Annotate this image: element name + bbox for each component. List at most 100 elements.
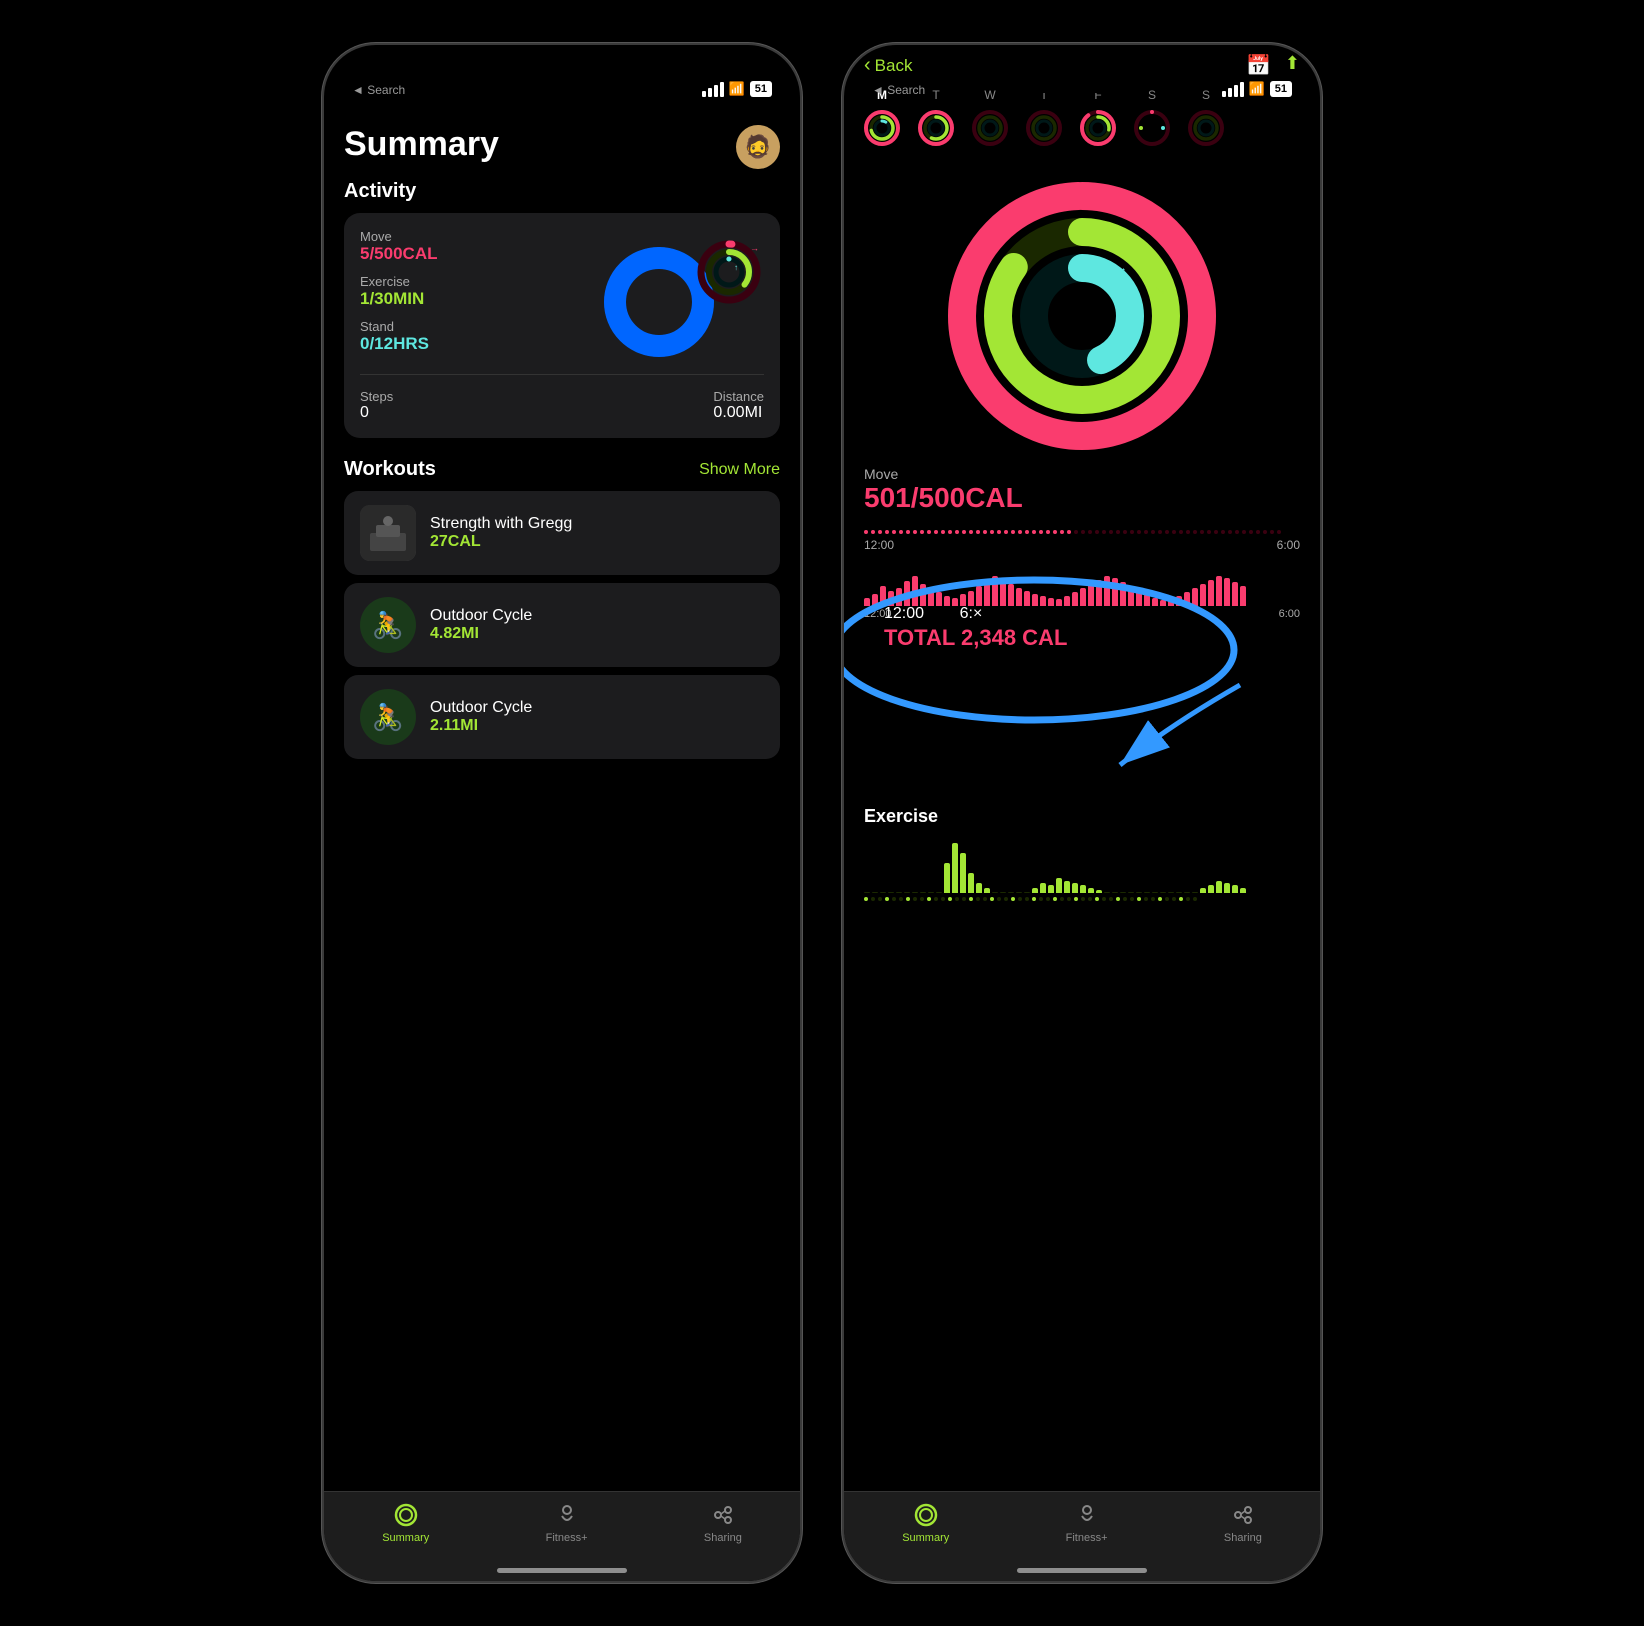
timeline-dot [1088,530,1092,534]
exercise-dot [948,897,952,901]
tab-fitness-1[interactable]: Fitness+ [546,1502,588,1544]
chart-bar [1240,586,1246,606]
ex-chart-bar [1176,892,1182,893]
timeline-dot [1263,530,1267,534]
phone-2-screen: ◄ Search 6:04 📶 51 ‹ Back 📅 [844,45,1320,1581]
chart-bar [864,598,870,606]
move-detail-label: Move [864,466,1300,482]
chart-time-start: 12:00 [864,538,894,552]
home-indicator-2 [1017,1568,1147,1573]
exercise-dot [892,897,896,901]
timeline-dot [1207,530,1211,534]
timeline-dot [955,530,959,534]
tab-summary-2[interactable]: Summary [902,1502,949,1544]
chart-bar [1200,584,1206,606]
ex-chart-bar [1192,892,1198,893]
signal-icon-2 [1222,82,1244,97]
svg-text:→: → [741,253,750,263]
chart-bar [1120,582,1126,606]
exercise-dot [1025,897,1029,901]
exercise-dot [864,897,868,901]
chart-time-row-2: 12:00 6:00 [864,608,1300,620]
timeline-dot [1249,530,1253,534]
workout-info-1: Strength with Gregg 27CAL [430,515,764,551]
workout-value-2: 4.82MI [430,625,764,643]
chart-bar [896,588,902,606]
ex-chart-bar [1144,892,1150,893]
timeline-dot [1116,530,1120,534]
day-ring-m [860,106,904,150]
exercise-dot [1179,897,1183,901]
tab-summary-label-2: Summary [902,1532,949,1544]
timeline-dot [1179,530,1183,534]
exercise-dot [1074,897,1078,901]
back-search-1[interactable]: ◄ Search [352,82,492,97]
chart-bar [1136,590,1142,606]
activity-card: Move 5/500CAL Exercise 1/30MIN Stand 0/1… [344,213,780,438]
ex-chart-bar [1200,888,1206,893]
chart-bar [1160,600,1166,606]
move-label: Move [360,229,592,244]
exercise-dot [955,897,959,901]
chart-bar [1192,588,1198,606]
timeline-dot [1039,530,1043,534]
ex-chart-bar [920,892,926,893]
exercise-dot [1004,897,1008,901]
chart-bar [1208,580,1214,606]
show-more-button[interactable]: Show More [699,461,780,479]
chart-bar [1104,576,1110,606]
timeline-dot [1200,530,1204,534]
back-search-2[interactable]: ◄ Search [872,82,1012,97]
workout-item-3[interactable]: 🚴 Outdoor Cycle 2.11MI [344,675,780,759]
chart-bar [1216,576,1222,606]
signal-icon [702,82,724,97]
exercise-dot [1186,897,1190,901]
workout-value-1: 27CAL [430,533,764,551]
timeline-dot [1004,530,1008,534]
chart-bar [1056,599,1062,606]
phone-1: ◄ Search 6:04 📶 51 🧔 Summary Activity [322,43,802,1583]
tab-fitness-2[interactable]: Fitness+ [1066,1502,1108,1544]
exercise-dot [1060,897,1064,901]
chart-bar [936,592,942,606]
exercise-label: Exercise [360,274,592,289]
timeline-dot [1165,530,1169,534]
exercise-dot [1193,897,1197,901]
timeline-dot [1158,530,1162,534]
home-indicator-1 [497,1568,627,1573]
timeline-dot [1046,530,1050,534]
activity-rings-row: Move 5/500CAL Exercise 1/30MIN Stand 0/1… [360,229,764,364]
workout-item-2[interactable]: 🚴 Outdoor Cycle 4.82MI [344,583,780,667]
timeline-dot [899,530,903,534]
ex-chart-bar [904,892,910,893]
chart-bar [944,596,950,606]
timeline-dot [941,530,945,534]
timeline-dot [1214,530,1218,534]
move-stat-detail: Move 501/500CAL [844,466,1320,514]
tab-sharing-label-2: Sharing [1224,1532,1262,1544]
tab-sharing-1[interactable]: Sharing [704,1502,742,1544]
timeline-dot [1144,530,1148,534]
tab-sharing-2[interactable]: Sharing [1224,1502,1262,1544]
ex-chart-bar [944,863,950,893]
dynamic-island-2 [1022,59,1142,93]
ex-chart-bar [1232,885,1238,893]
workout-item-1[interactable]: Strength with Gregg 27CAL [344,491,780,575]
page-title: Summary [344,125,780,164]
chart-bar [1008,584,1014,606]
large-rings-area: → → ↑ [844,156,1320,466]
move-stat: Move 5/500CAL [360,229,592,264]
timeline-dot [934,530,938,534]
exercise-section: Exercise [844,800,1320,907]
ex-chart-bar [1016,892,1022,893]
exercise-dot [1172,897,1176,901]
tab-summary-1[interactable]: Summary [382,1502,429,1544]
day-ring-t2 [1022,106,1066,150]
ex-chart-bar [960,853,966,893]
exercise-dot [983,897,987,901]
chart-bar [912,576,918,606]
timeline-dot [1081,530,1085,534]
exercise-chart-bars [864,833,1300,893]
workout-thumb-gym [360,505,416,561]
ex-chart-bar [1160,892,1166,893]
